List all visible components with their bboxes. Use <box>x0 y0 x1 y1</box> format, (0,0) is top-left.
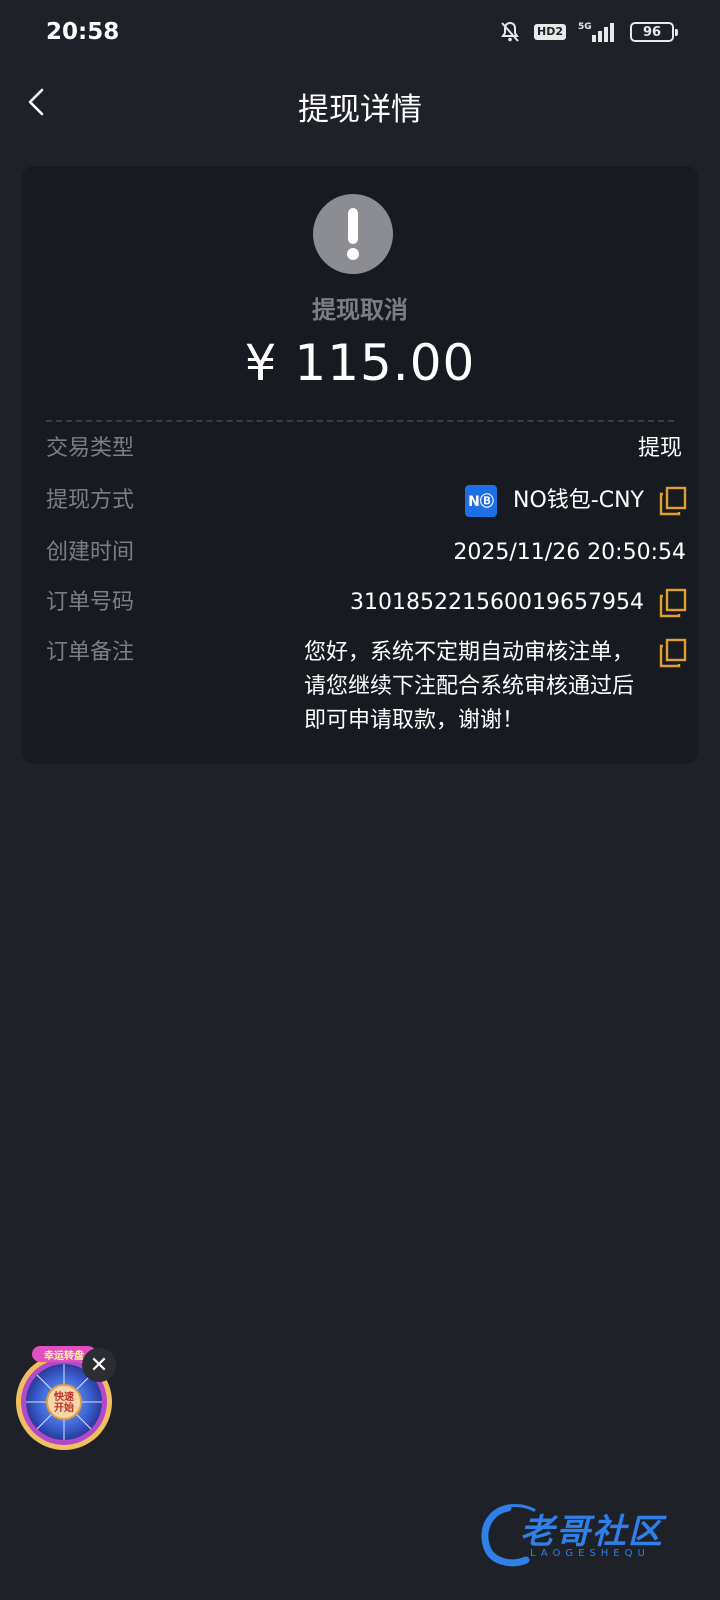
hd-badge: HD2 <box>534 24 566 40</box>
copy-icon[interactable] <box>658 636 688 670</box>
order-number-value: 310185221560019657954 <box>350 590 644 615</box>
transaction-type-label: 交易类型 <box>46 436 135 461</box>
dashed-divider <box>46 420 674 422</box>
status-bar: 20:58 HD2 5G 96 <box>0 0 720 64</box>
withdrawal-method-group: NⒷ NO钱包-CNY <box>465 484 644 518</box>
svg-text:5G: 5G <box>578 22 592 32</box>
row-withdrawal-method: 提现方式 NⒷ NO钱包-CNY <box>46 484 698 518</box>
signal-icon: 5G <box>578 20 618 44</box>
watermark-logo: 老哥社区 LAOGESHEQU <box>478 1500 708 1570</box>
order-number-label: 订单号码 <box>46 590 135 615</box>
amount-value: ¥ 115.00 <box>244 334 476 392</box>
battery-icon: 96 <box>630 22 678 42</box>
nav-bar: 提现详情 <box>0 64 720 148</box>
widget-close-button[interactable]: ✕ <box>82 1348 116 1382</box>
order-remark-value: 您好，系统不定期自动审核注单，请您继续下注配合系统审核通过后即可申请取款，谢谢！ <box>304 640 635 733</box>
withdrawal-method-value: NO钱包-CNY <box>513 488 644 513</box>
back-button[interactable] <box>14 82 58 126</box>
order-remark-label: 订单备注 <box>46 640 135 665</box>
exclamation-icon <box>313 194 393 274</box>
withdrawal-method-value-wrap: NⒷ NO钱包-CNY <box>465 484 698 518</box>
withdrawal-detail-card: 提现取消 ¥ 115.00 交易类型 提现 提现方式 NⒷ NO钱包-CNY 创… <box>22 166 698 764</box>
watermark-subtitle: LAOGESHEQU <box>530 1548 650 1559</box>
created-time-label: 创建时间 <box>46 540 135 565</box>
copy-icon[interactable] <box>658 586 688 620</box>
page-title: 提现详情 <box>298 91 422 128</box>
wallet-logo-icon: NⒷ <box>465 485 498 517</box>
order-remark-value-wrap: 您好，系统不定期自动审核注单，请您继续下注配合系统审核通过后即可申请取款，谢谢！ <box>304 636 698 738</box>
copy-icon[interactable] <box>658 484 688 518</box>
row-created-time: 创建时间 2025/11/26 20:50:54 <box>46 536 698 570</box>
row-order-remark: 订单备注 您好，系统不定期自动审核注单，请您继续下注配合系统审核通过后即可申请取… <box>46 636 698 738</box>
status-icons: HD2 5G 96 <box>498 20 678 44</box>
status-text: 提现取消 <box>312 296 408 324</box>
row-order-number: 订单号码 310185221560019657954 <box>46 586 698 620</box>
order-number-value-wrap: 310185221560019657954 <box>350 586 698 620</box>
bell-muted-icon <box>498 20 522 44</box>
chevron-left-icon <box>25 87 47 121</box>
lucky-wheel-center-text: 快速开始 <box>54 1392 74 1414</box>
withdrawal-method-label: 提现方式 <box>46 488 135 513</box>
created-time-value: 2025/11/26 20:50:54 <box>453 540 686 565</box>
row-transaction-type: 交易类型 提现 <box>46 432 698 466</box>
watermark-title: 老哥社区 <box>520 1512 664 1552</box>
status-time: 20:58 <box>46 19 120 45</box>
transaction-type-value: 提现 <box>637 436 682 461</box>
